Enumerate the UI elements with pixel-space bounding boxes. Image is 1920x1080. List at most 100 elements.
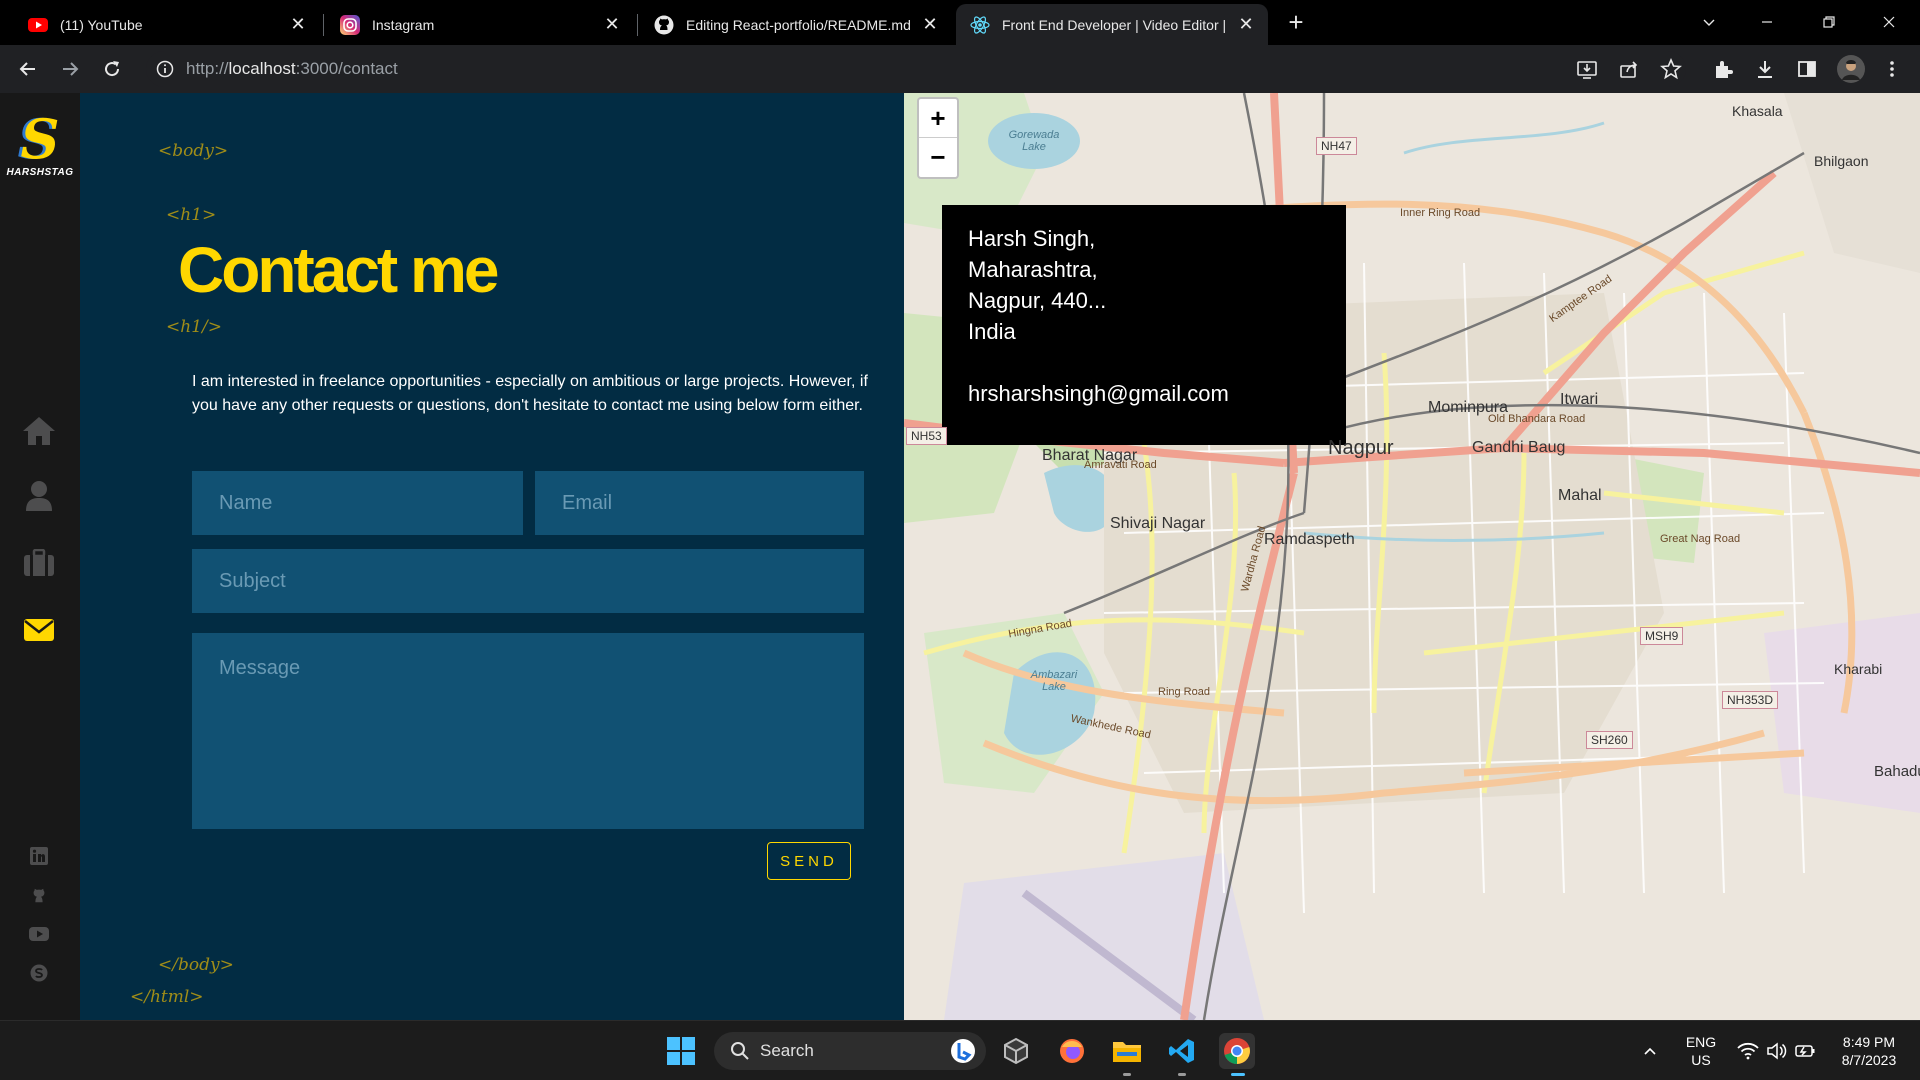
profile-avatar[interactable] xyxy=(1837,55,1865,83)
windows-start-icon[interactable] xyxy=(663,1033,699,1069)
subject-input[interactable] xyxy=(192,549,864,613)
github-icon[interactable] xyxy=(29,885,49,905)
page-title: Contact me xyxy=(178,234,499,306)
close-icon[interactable]: ✕ xyxy=(1236,14,1256,35)
name-input[interactable] xyxy=(192,471,523,535)
new-tab-button[interactable]: + xyxy=(1282,9,1310,37)
map-label-ramdaspeth: Ramdaspeth xyxy=(1264,531,1355,548)
intro-text: I am interested in freelance opportuniti… xyxy=(192,373,868,414)
zoom-control: + − xyxy=(917,97,959,179)
battery-icon[interactable] xyxy=(1792,1033,1818,1069)
address-popup: Harsh Singh, Maharashtra, Nagpur, 440...… xyxy=(942,205,1346,445)
linkedin-icon[interactable] xyxy=(29,846,49,866)
tab-youtube[interactable]: (11) YouTube ✕ xyxy=(14,4,320,45)
road-label: Old Bhandara Road xyxy=(1488,413,1586,425)
minimize-button[interactable] xyxy=(1744,6,1790,38)
file-explorer-icon[interactable] xyxy=(1109,1033,1145,1069)
road-shield: SH260 xyxy=(1586,731,1633,749)
home-icon[interactable] xyxy=(20,412,58,450)
contact-section: <body> <h1> Contact me <h1/> I am intere… xyxy=(80,93,904,1020)
taskbar-search[interactable]: Search xyxy=(714,1032,986,1070)
bookmark-star-icon[interactable] xyxy=(1659,57,1683,81)
clock-time: 8:49 PM xyxy=(1842,1034,1896,1050)
envelope-icon[interactable] xyxy=(20,611,58,649)
address-line: Harsh Singh, xyxy=(968,226,1096,251)
address-line: Nagpur, 440... xyxy=(968,288,1107,313)
briefcase-icon[interactable] xyxy=(20,544,58,582)
map-label-kharabi: Kharabi xyxy=(1834,661,1883,677)
map-label-itwari: Itwari xyxy=(1560,391,1599,408)
map-label-mahal: Mahal xyxy=(1558,487,1602,504)
map[interactable]: + − Harsh Singh, Maharashtra, Nagpur, 44… xyxy=(904,93,1920,1020)
logo[interactable]: S HARSHSTAG xyxy=(0,111,80,178)
clock[interactable]: 8:49 PM 8/7/2023 xyxy=(1834,1033,1904,1069)
github-icon xyxy=(654,15,674,35)
road-label: Amravati Road xyxy=(1084,459,1157,471)
road-label: Ring Road xyxy=(1158,686,1210,698)
close-icon[interactable]: ✕ xyxy=(602,14,622,35)
send-button[interactable]: SEND xyxy=(767,842,851,880)
forward-button[interactable] xyxy=(56,55,84,83)
url-text: http://localhost:3000/contact xyxy=(186,59,398,78)
close-icon[interactable]: ✕ xyxy=(920,14,940,35)
map-label-ambazari-lake: Ambazari Lake xyxy=(1030,669,1078,693)
vscode-icon[interactable] xyxy=(1164,1033,1200,1069)
tab-title: Instagram xyxy=(372,16,435,33)
close-icon[interactable]: ✕ xyxy=(288,14,308,35)
road-shield: MSH9 xyxy=(1640,627,1684,645)
logo-text: HARSHSTAG xyxy=(6,167,74,178)
contact-email: hrsharshsingh@gmail.com xyxy=(968,381,1229,406)
search-icon xyxy=(730,1041,750,1061)
map-label-gorewada-lake: Gorewada Lake xyxy=(1008,129,1060,153)
code-tag-h1-open: <h1> xyxy=(166,205,217,225)
install-app-icon[interactable] xyxy=(1575,57,1599,81)
map-label-shivaji-nagar: Shivaji Nagar xyxy=(1110,515,1206,532)
page-viewport: S HARSHSTAG <body> <h1> Contact me <h1/>… xyxy=(0,93,1920,1020)
code-tag-h1-close: <h1/> xyxy=(166,317,222,337)
tray-chevron-up-icon[interactable] xyxy=(1638,1033,1662,1069)
user-icon[interactable] xyxy=(20,477,58,515)
tab-title: (11) YouTube xyxy=(60,16,143,33)
code-tag-body-close: </body> xyxy=(158,955,234,975)
zoom-out-button[interactable]: − xyxy=(919,138,957,177)
wifi-icon[interactable] xyxy=(1734,1033,1762,1069)
message-textarea[interactable] xyxy=(192,633,864,829)
code-tag-body-open: <body> xyxy=(158,141,229,161)
sidebar: S HARSHSTAG xyxy=(0,93,80,1020)
language-label: ENG xyxy=(1685,1034,1717,1050)
address-bar[interactable]: http://localhost:3000/contact xyxy=(146,51,1686,87)
map-label-bahadu: Bahadu xyxy=(1874,763,1920,780)
bing-icon[interactable] xyxy=(950,1038,976,1064)
map-label-gandhi-baug: Gandhi Baug xyxy=(1472,439,1566,456)
tab-portfolio[interactable]: Front End Developer | Video Editor | ✕ xyxy=(956,4,1268,45)
code-tag-html-close: </html> xyxy=(130,987,204,1007)
skype-icon[interactable] xyxy=(29,963,49,983)
side-panel-icon[interactable] xyxy=(1795,57,1819,81)
tab-github[interactable]: Editing React-portfolio/README.md ✕ xyxy=(640,4,952,45)
back-button[interactable] xyxy=(14,55,42,83)
instagram-icon xyxy=(340,14,360,35)
chrome-icon[interactable] xyxy=(1219,1033,1255,1069)
map-label-nagpur: Nagpur xyxy=(1328,437,1394,459)
road-shield: NH47 xyxy=(1316,137,1357,155)
app-cube-icon[interactable] xyxy=(998,1033,1034,1069)
zoom-in-button[interactable]: + xyxy=(919,99,957,138)
restore-button[interactable] xyxy=(1806,6,1852,38)
firefox-icon[interactable] xyxy=(1054,1033,1090,1069)
road-label: Great Nag Road xyxy=(1660,533,1741,545)
close-window-button[interactable] xyxy=(1866,6,1912,38)
email-input[interactable] xyxy=(535,471,864,535)
tab-title: Editing React-portfolio/README.md xyxy=(686,16,911,33)
tab-search-chevron-icon[interactable] xyxy=(1686,6,1732,38)
volume-icon[interactable] xyxy=(1764,1033,1790,1069)
tab-instagram[interactable]: Instagram ✕ xyxy=(326,4,634,45)
road-shield: NH353D xyxy=(1722,691,1779,709)
share-icon[interactable] xyxy=(1617,57,1641,81)
language-indicator[interactable]: ENG US xyxy=(1683,1033,1719,1069)
download-icon[interactable] xyxy=(1753,57,1777,81)
extensions-icon[interactable] xyxy=(1711,57,1735,81)
reload-button[interactable] xyxy=(98,55,126,83)
info-icon[interactable] xyxy=(155,59,175,79)
kebab-menu-icon[interactable] xyxy=(1880,57,1904,81)
youtube-icon[interactable] xyxy=(29,924,49,944)
